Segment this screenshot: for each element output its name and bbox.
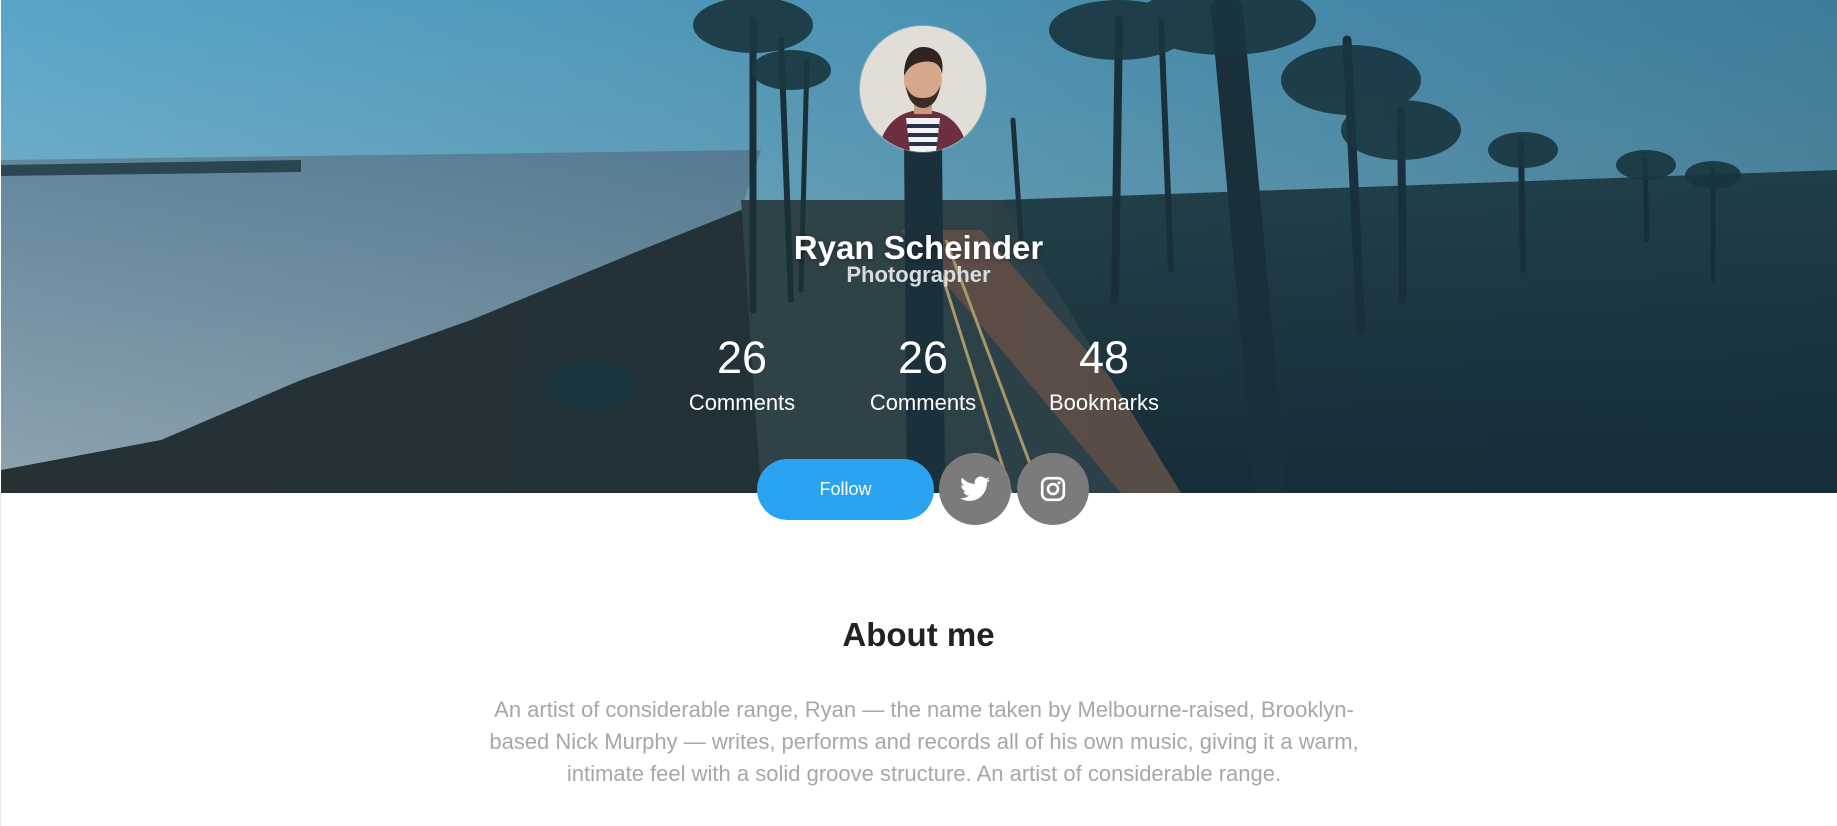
avatar-photo [860,26,986,152]
about-title: About me [842,616,995,653]
about-text: An artist of considerable range, Ryan — … [489,697,1359,786]
stat-label: Comments [688,390,796,415]
stat-value: 26 [716,332,768,383]
avatar [860,26,986,152]
stat-bookmarks: 48 Bookmarks [1024,330,1184,420]
twitter-button[interactable] [939,453,1011,525]
follow-button[interactable]: Follow [757,459,934,520]
stat-comments: 26 Comments [662,330,822,420]
stat-label: Bookmarks [1048,390,1160,415]
profile-role: Photographer [846,262,991,287]
stat-label: Comments [869,390,977,415]
instagram-icon [1040,476,1066,502]
profile-page: Ryan Scheinder Photographer 26 Comments … [0,0,1837,826]
stat-comments-2: 26 Comments [843,330,1003,420]
page-border [0,493,1,826]
stat-value: 26 [897,332,949,383]
instagram-button[interactable] [1017,453,1089,525]
twitter-icon [960,476,990,501]
stat-value: 48 [1078,332,1130,383]
